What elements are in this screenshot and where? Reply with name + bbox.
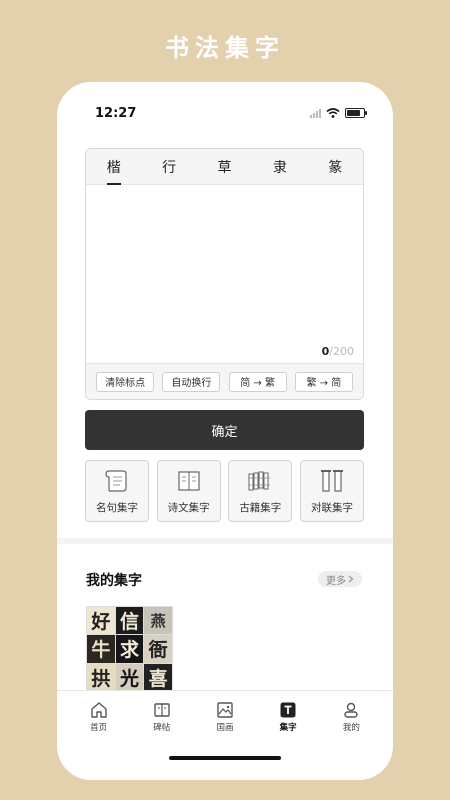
category-ancient-books[interactable]: 古籍集字 — [228, 460, 293, 522]
tab-label: 集字 — [279, 723, 297, 733]
category-label: 名句集字 — [96, 502, 138, 514]
tab-label: 我的 — [342, 723, 360, 733]
user-icon — [344, 702, 359, 718]
calligraphy-char: 拱 — [87, 663, 115, 691]
calligraphy-char: 好 — [87, 607, 115, 635]
signal-icon — [310, 108, 321, 118]
calligraphy-char: 信 — [115, 607, 144, 635]
more-label: 更多 — [326, 575, 346, 587]
category-label: 古籍集字 — [239, 502, 282, 514]
category-famous-quotes[interactable]: 名句集字 — [85, 460, 149, 522]
bottom-tab-bar: 首页 碑帖 国画 集字 我的 — [57, 690, 393, 742]
calligraphy-char: 牛 — [87, 635, 115, 663]
scroll-icon — [105, 470, 127, 492]
tab-zhuan[interactable]: 篆 — [315, 157, 355, 177]
calligraphy-char: 光 — [115, 663, 144, 691]
status-bar: 12:27 — [57, 102, 393, 126]
book-open-icon — [154, 703, 170, 717]
script-style-tabs: 楷 行 草 隶 篆 — [86, 149, 363, 185]
tab-profile[interactable]: 我的 — [326, 691, 376, 742]
more-button[interactable]: 更多 — [318, 571, 362, 587]
tab-painting[interactable]: 国画 — [200, 691, 250, 742]
phone-screen: 12:27 楷 行 草 隶 篆 0/200 清除标点 自动换行 简 → 繁 繁 … — [57, 82, 393, 780]
text-input-area[interactable]: 0/200 — [86, 185, 363, 363]
category-poetry[interactable]: 诗文集字 — [156, 460, 221, 522]
section-divider — [57, 538, 393, 544]
calligraphy-char: 求 — [115, 635, 144, 663]
char-count-max: /200 — [329, 345, 354, 358]
text-editor: 楷 行 草 隶 篆 0/200 清除标点 自动换行 简 → 繁 繁 → 简 — [85, 148, 364, 400]
category-label: 诗文集字 — [167, 502, 210, 514]
status-icons — [310, 108, 367, 118]
book-icon — [178, 471, 200, 491]
home-indicator[interactable] — [169, 756, 281, 760]
category-couplets[interactable]: 对联集字 — [299, 460, 364, 522]
tab-home[interactable]: 首页 — [74, 691, 124, 742]
tab-label: 碑帖 — [153, 723, 171, 733]
banner-title: 书法集字 — [165, 34, 285, 62]
calligraphy-char: 燕 — [144, 607, 172, 635]
image-icon — [217, 702, 233, 718]
char-count: 0/200 — [322, 345, 354, 358]
my-works-title: 我的集字 — [86, 573, 142, 589]
couplet-icon — [320, 470, 343, 492]
status-time: 12:27 — [95, 106, 137, 121]
tab-xing[interactable]: 行 — [149, 157, 189, 177]
confirm-button[interactable]: 确定 — [85, 410, 364, 450]
simplified-to-traditional-button[interactable]: 简 → 繁 — [228, 371, 287, 392]
text-tools: 清除标点 自动换行 简 → 繁 繁 → 简 — [86, 363, 363, 399]
wifi-icon — [326, 108, 340, 118]
tab-li[interactable]: 隶 — [260, 157, 300, 177]
chevron-right-icon — [348, 575, 354, 583]
calligraphy-char: 衙 — [144, 635, 172, 663]
auto-wrap-button[interactable]: 自动换行 — [162, 371, 221, 392]
tab-collect-chars[interactable]: 集字 — [263, 691, 313, 742]
clear-punctuation-button[interactable]: 清除标点 — [96, 371, 155, 392]
my-works-thumbnail[interactable]: 好 信 燕 牛 求 衙 拱 光 喜 — [86, 606, 173, 692]
traditional-to-simplified-button[interactable]: 繁 → 简 — [294, 371, 353, 392]
calligraphy-char: 喜 — [144, 663, 172, 691]
tab-rubbings[interactable]: 碑帖 — [137, 691, 187, 742]
tab-label: 首页 — [90, 723, 108, 733]
battery-icon — [345, 108, 367, 118]
bamboo-slips-icon — [248, 471, 271, 491]
category-label: 对联集字 — [310, 502, 353, 514]
tab-label: 国画 — [216, 723, 234, 733]
text-t-icon — [280, 702, 296, 718]
category-cards: 名句集字 诗文集字 古籍集字 对联集字 — [85, 460, 364, 522]
home-icon — [90, 702, 107, 718]
tab-cao[interactable]: 草 — [204, 157, 244, 177]
tab-kai[interactable]: 楷 — [94, 157, 134, 185]
